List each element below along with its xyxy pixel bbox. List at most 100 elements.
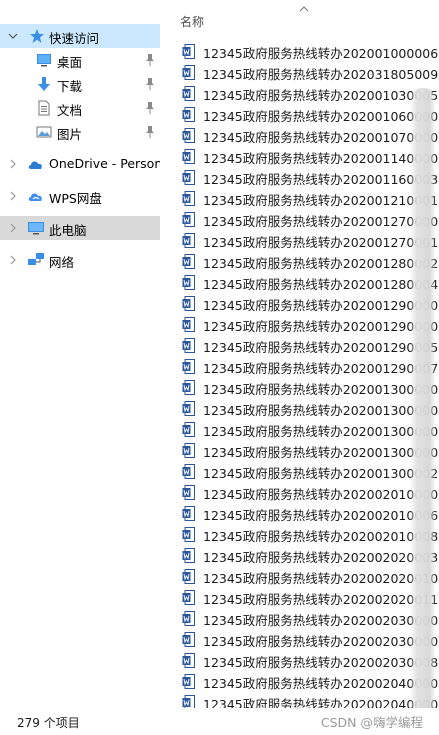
word-document-icon xyxy=(182,653,195,668)
file-row[interactable]: 12345政府服务热线转办202001300000... xyxy=(172,398,439,419)
word-document-icon xyxy=(182,611,195,626)
file-row[interactable]: 12345政府服务热线转办202001030005... xyxy=(172,83,439,104)
word-document-icon xyxy=(182,296,195,311)
file-name: 12345政府服务热线转办202001290000... xyxy=(203,319,439,334)
nav-item-onedrive[interactable]: OneDrive - Persona xyxy=(0,152,160,176)
file-row[interactable]: 12345政府服务热线转办202001280004... xyxy=(172,272,439,293)
watermark: CSDN @嗨学编程 xyxy=(320,715,423,730)
column-header-row: 名称 xyxy=(172,6,439,34)
file-name: 12345政府服务热线转办202002020003... xyxy=(203,550,439,565)
file-row[interactable]: 12345政府服务热线转办202001070000... xyxy=(172,125,439,146)
sort-ascending-icon[interactable] xyxy=(299,2,309,16)
file-row[interactable]: 12345政府服务热线转办202001000006... xyxy=(172,41,439,62)
status-bar: 279 个项目 CSDN @嗨学编程 xyxy=(0,708,439,735)
file-name: 12345政府服务热线转办202002040000... xyxy=(203,676,439,691)
word-document-icon xyxy=(182,422,195,437)
word-document-icon xyxy=(182,674,195,689)
file-row[interactable]: 12345政府服务热线转办202001290000... xyxy=(172,293,439,314)
word-document-icon xyxy=(182,212,195,227)
file-row[interactable]: 12345政府服务热线转办202001280002... xyxy=(172,251,439,272)
column-name-header[interactable]: 名称 xyxy=(180,13,204,30)
nav-quick-access[interactable]: 快速访问 xyxy=(0,24,160,48)
file-row[interactable]: 12345政府服务热线转办202002020003... xyxy=(172,545,439,566)
nav-label-network: 网络 xyxy=(49,255,75,270)
file-name: 12345政府服务热线转办202002030000... xyxy=(203,613,439,628)
file-name: 12345政府服务热线转办202002020011... xyxy=(203,592,439,607)
pin-icon[interactable] xyxy=(145,53,155,67)
word-document-icon xyxy=(182,443,195,458)
nav-label-onedrive: OneDrive - Persona xyxy=(49,156,160,171)
word-document-icon xyxy=(182,128,195,143)
file-name: 12345政府服务热线转办202001270000... xyxy=(203,214,439,229)
file-row[interactable]: 12345政府服务热线转办202001140000... xyxy=(172,146,439,167)
file-row[interactable]: 12345政府服务热线转办202001290005... xyxy=(172,335,439,356)
file-name: 12345政府服务热线转办202001030005... xyxy=(203,88,439,103)
file-row[interactable]: 12345政府服务热线转办202002020011... xyxy=(172,587,439,608)
wps-cloud-icon xyxy=(27,188,43,204)
nav-item-this-pc[interactable]: 此电脑 xyxy=(0,216,160,240)
file-name: 12345政府服务热线转办202001210001... xyxy=(203,193,439,208)
file-name: 12345政府服务热线转办202001290000... xyxy=(203,298,439,313)
file-name: 12345政府服务热线转办202001060000... xyxy=(203,109,439,124)
file-row[interactable]: 12345政府服务热线转办202001270001... xyxy=(172,230,439,251)
file-row[interactable]: 12345政府服务热线转办202002030000... xyxy=(172,608,439,629)
file-row[interactable]: 12345政府服务热线转办202001160003... xyxy=(172,167,439,188)
file-row[interactable]: 12345政府服务热线转办202002010008... xyxy=(172,524,439,545)
chevron-down-icon[interactable] xyxy=(8,31,18,41)
word-document-icon xyxy=(182,632,195,647)
word-document-icon xyxy=(182,401,195,416)
nav-label-downloads: 下载 xyxy=(57,79,83,94)
file-row[interactable]: 12345政府服务热线转办202001300000... xyxy=(172,440,439,461)
file-name: 12345政府服务热线转办202002030008... xyxy=(203,655,439,670)
navigation-pane: 快速访问 桌面 下载 文档 图片 OneDrive - Persona WPS网… xyxy=(0,0,160,708)
chevron-right-icon[interactable] xyxy=(8,223,18,233)
file-row[interactable]: 12345政府服务热线转办202002030008... xyxy=(172,650,439,671)
nav-item-desktop[interactable]: 桌面 xyxy=(0,48,160,72)
nav-item-pictures[interactable]: 图片 xyxy=(0,120,160,144)
word-document-icon xyxy=(182,569,195,584)
nav-item-documents[interactable]: 文档 xyxy=(0,96,160,120)
file-row[interactable]: 12345政府服务热线转办202001300000... xyxy=(172,419,439,440)
file-row[interactable]: 12345政府服务热线转办202002030000... xyxy=(172,629,439,650)
file-row[interactable]: 12345政府服务热线转办202002040000... xyxy=(172,692,439,708)
nav-item-downloads[interactable]: 下载 xyxy=(0,72,160,96)
file-row[interactable]: 12345政府服务热线转办202001300000... xyxy=(172,377,439,398)
word-document-icon xyxy=(182,338,195,353)
file-row[interactable]: 12345政府服务热线转办202002040000... xyxy=(172,671,439,692)
chevron-right-icon[interactable] xyxy=(8,255,18,265)
word-document-icon xyxy=(182,695,195,708)
file-row[interactable]: 12345政府服务热线转办202002010000... xyxy=(172,482,439,503)
word-document-icon xyxy=(182,149,195,164)
computer-icon xyxy=(27,220,44,236)
file-name: 12345政府服务热线转办202001290007... xyxy=(203,361,439,376)
word-document-icon xyxy=(182,233,195,248)
nav-label-this-pc: 此电脑 xyxy=(49,223,87,238)
word-document-icon xyxy=(182,485,195,500)
pin-icon[interactable] xyxy=(145,77,155,91)
file-row[interactable]: 12345政府服务热线转办202031805009... xyxy=(172,62,439,83)
desktop-icon xyxy=(36,52,52,68)
file-row[interactable]: 12345政府服务热线转办202001290000... xyxy=(172,314,439,335)
word-document-icon xyxy=(182,86,195,101)
word-document-icon xyxy=(182,254,195,269)
file-row[interactable]: 12345政府服务热线转办202001300002... xyxy=(172,461,439,482)
file-row[interactable]: 12345政府服务热线转办202001270000... xyxy=(172,209,439,230)
nav-item-network[interactable]: 网络 xyxy=(0,248,160,272)
chevron-right-icon[interactable] xyxy=(8,159,18,169)
file-row[interactable]: 12345政府服务热线转办202001060000... xyxy=(172,104,439,125)
file-name: 12345政府服务热线转办202001280002... xyxy=(203,256,439,271)
file-row[interactable]: 12345政府服务热线转办202001210001... xyxy=(172,188,439,209)
cloud-icon xyxy=(27,156,43,172)
word-document-icon xyxy=(182,548,195,563)
file-row[interactable]: 12345政府服务热线转办202002010006... xyxy=(172,503,439,524)
file-row[interactable]: 12345政府服务热线转办202002020010... xyxy=(172,566,439,587)
nav-item-wps[interactable]: WPS网盘 xyxy=(0,184,160,208)
file-name: 12345政府服务热线转办202001300000... xyxy=(203,382,439,397)
pin-icon[interactable] xyxy=(145,101,155,115)
file-row[interactable]: 12345政府服务热线转办202001290007... xyxy=(172,356,439,377)
file-name: 12345政府服务热线转办202002030000... xyxy=(203,634,439,649)
picture-icon xyxy=(36,124,52,140)
file-name: 12345政府服务热线转办202031805009... xyxy=(203,67,439,82)
chevron-right-icon[interactable] xyxy=(8,191,18,201)
pin-icon[interactable] xyxy=(145,125,155,139)
